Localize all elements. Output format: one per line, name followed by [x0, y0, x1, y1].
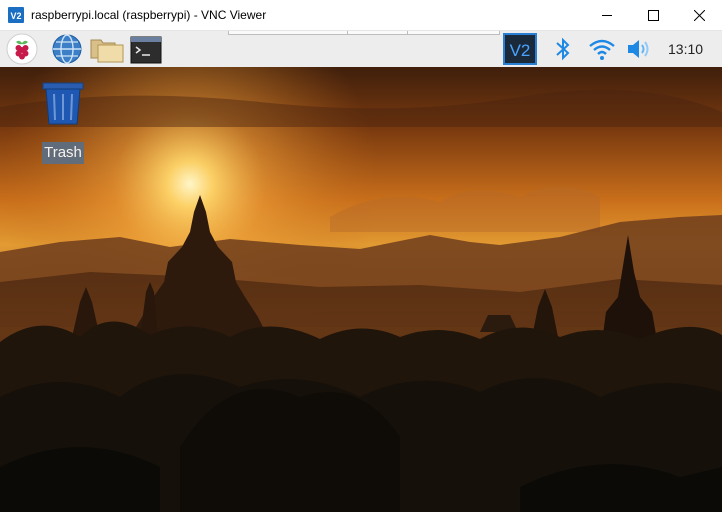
minimize-button[interactable]	[584, 0, 630, 31]
file-manager-icon	[90, 39, 124, 63]
terminal-icon	[130, 36, 162, 64]
volume-icon	[628, 40, 649, 58]
bluetooth-icon	[556, 37, 570, 61]
close-button[interactable]	[676, 0, 722, 31]
wifi-tray[interactable]	[587, 33, 617, 65]
web-browser-button[interactable]	[51, 33, 83, 65]
vnc-viewer-icon: V2	[8, 7, 24, 23]
window-title: raspberrypi.local (raspberrypi) - VNC Vi…	[31, 8, 267, 22]
volume-tray[interactable]	[625, 33, 653, 65]
svg-text:V2: V2	[10, 11, 21, 21]
maximize-button[interactable]	[630, 0, 676, 31]
desktop-wallpaper	[0, 67, 722, 512]
wifi-icon	[589, 39, 615, 60]
vnc-server-icon: V2	[503, 33, 537, 65]
vnc-toolbar-handle[interactable]	[228, 31, 500, 35]
trash-icon	[42, 82, 84, 125]
minimize-icon	[602, 15, 612, 16]
file-manager-button[interactable]	[90, 33, 124, 65]
web-browser-icon	[52, 34, 82, 64]
desktop-icon-label: Trash	[42, 142, 84, 164]
svg-text:V2: V2	[510, 41, 531, 60]
bluetooth-tray[interactable]	[553, 33, 573, 65]
maximize-icon	[648, 10, 659, 21]
vnc-server-tray[interactable]: V2	[503, 33, 537, 65]
terminal-button[interactable]	[130, 33, 162, 65]
window-title-bar[interactable]: V2 raspberrypi.local (raspberrypi) - VNC…	[0, 0, 722, 31]
pi-taskbar: V2 13:10	[0, 31, 722, 67]
raspberry-menu-icon	[6, 33, 38, 65]
clock[interactable]: 13:10	[668, 41, 703, 57]
raspberry-menu-button[interactable]	[6, 33, 38, 65]
desktop[interactable]: Trash	[0, 67, 722, 512]
close-icon	[694, 10, 705, 21]
